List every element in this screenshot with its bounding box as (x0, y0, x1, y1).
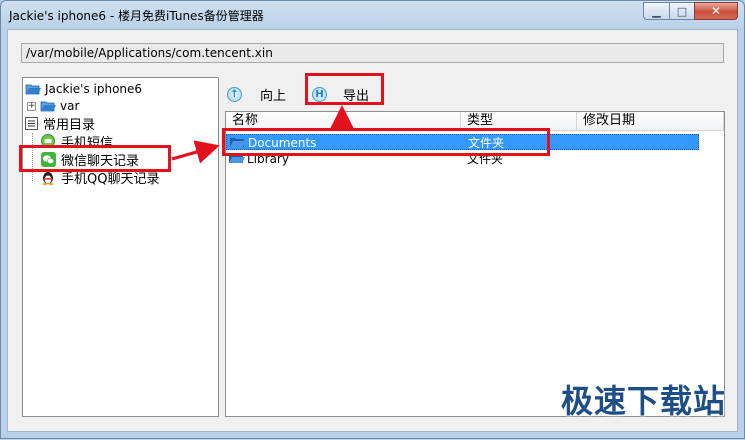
folder-open-icon (25, 84, 41, 95)
minimize-icon: ▁ (652, 4, 661, 18)
watermark-logo: 极速下载站 (560, 382, 726, 420)
content-pane: ↑ 向上 H 导出 名称 类型 修改日期 Documents 文件夹 Libra… (219, 77, 725, 417)
minimize-button[interactable]: ▁ (643, 2, 669, 20)
save-icon: H (312, 87, 327, 102)
folder-tree[interactable]: Jackie's iphone6 + var 常用目录 手机短信 微信聊天记录 … (22, 77, 219, 417)
up-button[interactable]: ↑ 向上 (227, 85, 286, 104)
tree-connector (32, 133, 34, 181)
up-button-label: 向上 (260, 89, 287, 104)
window-title: Jackie's iphone6 - 楼月免费iTunes备份管理器 (9, 9, 264, 23)
file-list[interactable]: 名称 类型 修改日期 Documents 文件夹 Library 文件夹 (225, 111, 725, 417)
table-row[interactable]: Documents 文件夹 (226, 134, 699, 150)
folder-icon (229, 154, 245, 163)
arrow-up-icon: ↑ (227, 87, 242, 102)
maximize-icon: □ (676, 4, 688, 18)
wechat-icon (41, 151, 56, 167)
close-icon: ✕ (710, 4, 722, 18)
expand-icon[interactable]: + (27, 101, 36, 111)
close-button[interactable]: ✕ (694, 2, 738, 20)
list-icon (25, 116, 38, 130)
tree-item-label: 手机QQ聊天记录 (61, 171, 160, 187)
sms-icon (41, 134, 55, 148)
caption-buttons: ▁ □ ✕ (643, 2, 738, 20)
tree-item-var[interactable]: + var (27, 98, 79, 114)
app-window: Jackie's iphone6 - 楼月免费iTunes备份管理器 ▁ □ ✕… (0, 0, 745, 439)
folder-icon (230, 138, 246, 147)
tree-item-label: 手机短信 (61, 135, 114, 151)
tree-item-label: 微信聊天记录 (61, 153, 140, 169)
maximize-button[interactable]: □ (669, 2, 694, 20)
table-row[interactable]: Library 文件夹 (226, 151, 699, 167)
tree-item-sms[interactable]: 手机短信 (41, 133, 114, 151)
tree-root-label: Jackie's iphone6 (45, 82, 143, 96)
export-button-label: 导出 (343, 89, 370, 104)
path-field[interactable]: /var/mobile/Applications/com.tencent.xin (21, 43, 724, 63)
column-header-name[interactable]: 名称 (226, 112, 461, 130)
client-area: /var/mobile/Applications/com.tencent.xin… (7, 29, 738, 432)
list-header: 名称 类型 修改日期 (226, 112, 724, 131)
qq-penguin-icon (42, 171, 54, 185)
column-header-type[interactable]: 类型 (461, 112, 577, 130)
column-header-date[interactable]: 修改日期 (577, 112, 724, 130)
file-type: 文件夹 (467, 152, 504, 166)
file-type: 文件夹 (468, 136, 505, 150)
tree-item-qq[interactable]: 手机QQ聊天记录 (41, 169, 160, 187)
tree-root[interactable]: Jackie's iphone6 (25, 81, 142, 97)
title-bar[interactable]: Jackie's iphone6 - 楼月免费iTunes备份管理器 ▁ □ ✕ (1, 1, 744, 29)
tree-item-common-dirs[interactable]: 常用目录 (25, 115, 96, 133)
export-button[interactable]: H 导出 (312, 85, 369, 104)
tree-item-label: var (60, 99, 80, 113)
tree-item-label: 常用目录 (43, 117, 96, 133)
file-name: Library (247, 152, 289, 166)
tree-item-wechat[interactable]: 微信聊天记录 (41, 151, 140, 169)
folder-open-icon (40, 101, 56, 112)
file-name: Documents (248, 136, 317, 150)
